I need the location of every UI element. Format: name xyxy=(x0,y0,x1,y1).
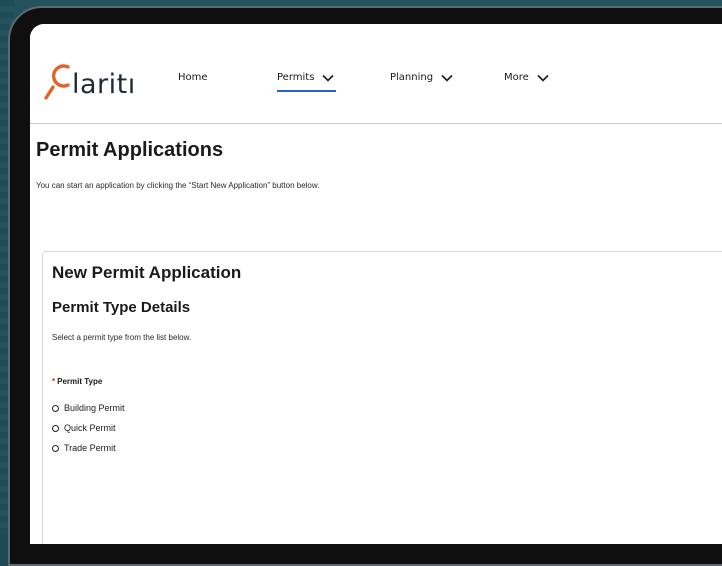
required-marker: * xyxy=(52,377,56,386)
radio-circle-icon[interactable] xyxy=(52,404,59,412)
section-title: Permit Type Details xyxy=(52,299,191,316)
form-title: New Permit Application xyxy=(52,263,242,282)
chevron-down-icon xyxy=(322,74,334,82)
page-description: You can start an application by clicking… xyxy=(36,181,320,190)
radio-trade-permit[interactable]: Trade Permit xyxy=(52,443,116,453)
clariti-logo[interactable]: laritı xyxy=(44,58,136,100)
nav-planning-label: Planning xyxy=(390,72,434,83)
permit-type-label-text: Permit Type xyxy=(57,377,103,386)
nav-more-label: More xyxy=(504,72,529,83)
nav-permits[interactable]: Permits xyxy=(277,72,337,92)
radio-label: Trade Permit xyxy=(64,443,116,453)
radio-building-permit[interactable]: Building Permit xyxy=(52,403,125,413)
section-description: Select a permit type from the list below… xyxy=(52,333,192,342)
radio-circle-icon[interactable] xyxy=(52,444,59,452)
logo-wordmark: laritı xyxy=(72,69,136,100)
site-header: laritı Home Permits Planning More xyxy=(30,24,722,124)
page-title: Permit Applications xyxy=(36,139,224,161)
chevron-down-icon xyxy=(441,74,453,82)
radio-label: Building Permit xyxy=(64,403,125,413)
nav-home-label: Home xyxy=(178,72,208,83)
nav-home[interactable]: Home xyxy=(178,72,208,83)
permit-type-label: * Permit Type xyxy=(52,377,102,386)
radio-circle-icon[interactable] xyxy=(52,424,59,432)
nav-more[interactable]: More xyxy=(504,72,549,83)
nav-permits-label: Permits xyxy=(277,72,315,83)
new-application-card: New Permit Application Permit Type Detai… xyxy=(42,251,722,544)
chevron-down-icon xyxy=(537,74,549,82)
nav-planning[interactable]: Planning xyxy=(390,72,453,83)
magnifier-c-icon xyxy=(44,64,70,100)
app-screen: laritı Home Permits Planning More Permit… xyxy=(30,24,722,544)
radio-quick-permit[interactable]: Quick Permit xyxy=(52,423,116,433)
radio-label: Quick Permit xyxy=(64,423,116,433)
